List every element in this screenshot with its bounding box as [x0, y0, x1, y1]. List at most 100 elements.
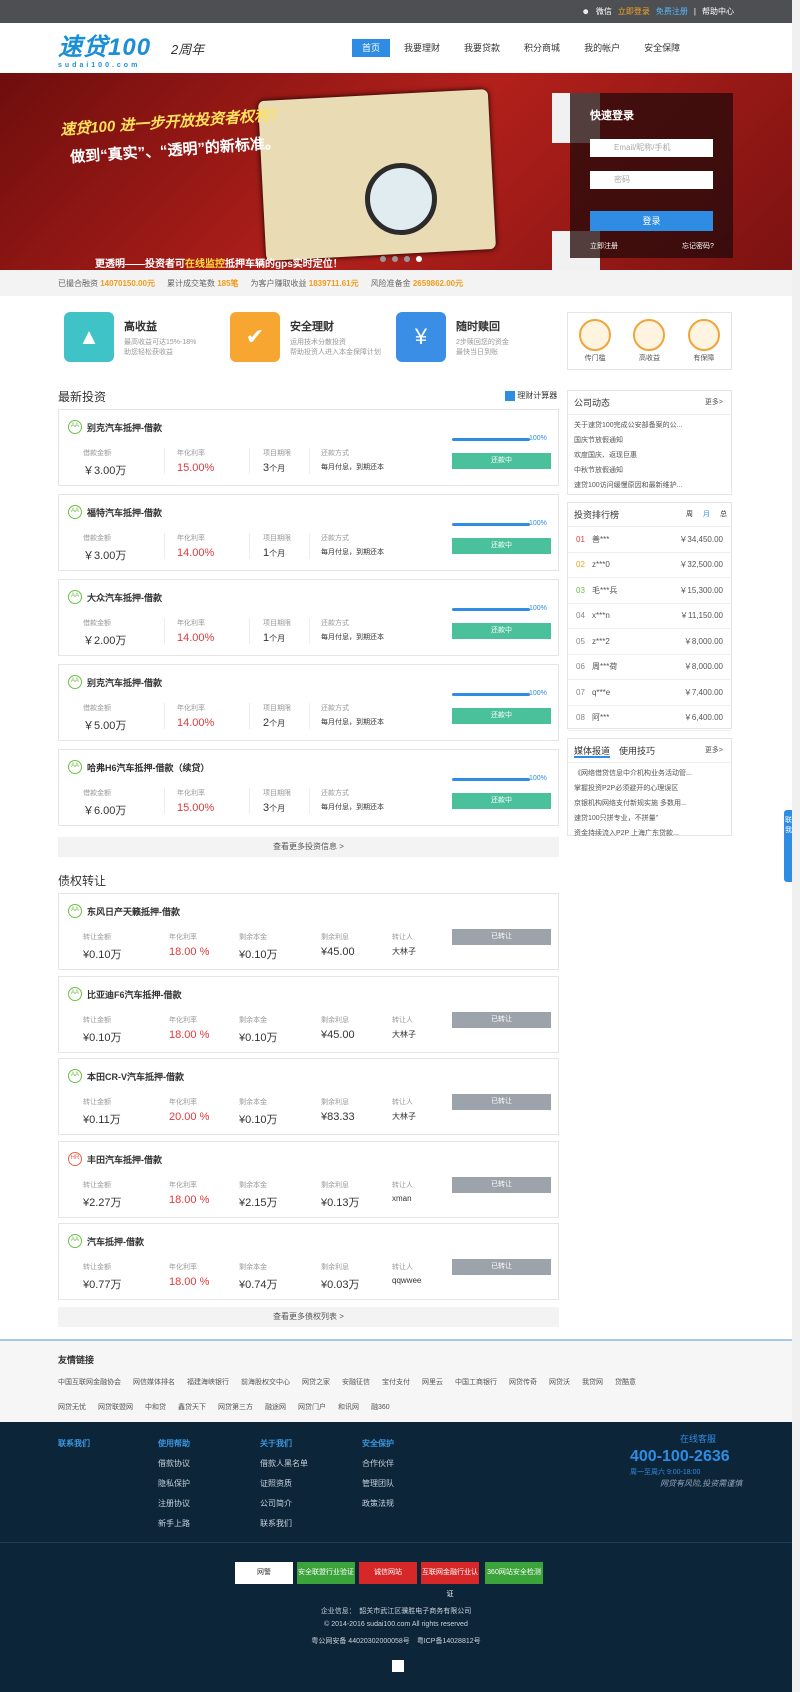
friend-link[interactable]: 中国工商银行 [455, 1377, 497, 1387]
debt-card[interactable]: AA 本田CR-V汽车抵押-借款 转让金额 ¥0.11万 年化利率 20.00 % 剩余本金… [58, 1058, 559, 1135]
calculator-link[interactable]: 理财计算器 [505, 390, 557, 401]
friend-link[interactable]: 网贷无忧 [58, 1402, 86, 1412]
status-button[interactable]: 已转让 [452, 1094, 551, 1110]
hero-banner[interactable]: 速贷100 进一步开放投资者权利！ 做到“真实”、“透明”的新标准。 更透明——… [0, 73, 800, 270]
field-value: 14.00% [177, 717, 215, 729]
debt-name[interactable]: 东风日产天籁抵押-借款 [87, 905, 180, 918]
invest-card[interactable]: AA 哈弗H6汽车抵押-借款（续贷） 借款金额 ￥6.00万 年化利率 15.00% 项目期… [58, 749, 559, 826]
status-button[interactable]: 已转让 [452, 1176, 551, 1193]
friend-link[interactable]: 网贷沃 [549, 1377, 570, 1387]
progress-percent: 100% [529, 775, 547, 782]
forgot-password-link[interactable]: 忘记密码? [682, 241, 714, 251]
friend-link[interactable]: 网贷传奇 [509, 1377, 537, 1387]
invest-card[interactable]: AA 福特汽车抵押-借款 借款金额 ￥3.00万 年化利率 14.00% 项目期限 1个月 还款… [58, 494, 559, 571]
friend-link[interactable]: 融途网 [265, 1402, 286, 1412]
invest-name[interactable]: 福特汽车抵押-借款 [87, 506, 162, 519]
nav-home[interactable]: 首页 [352, 39, 391, 57]
debt-name[interactable]: 丰田汽车抵押-借款 [87, 1153, 162, 1166]
news-item[interactable]: 国庆节放假通知 [574, 433, 725, 448]
online-service[interactable]: 在线客服 [680, 1432, 716, 1445]
friend-link[interactable]: 和讯网 [338, 1402, 359, 1412]
news-item[interactable]: 中秋节放假通知 [574, 463, 725, 478]
friend-link[interactable]: 我贷网 [582, 1377, 603, 1387]
status-button[interactable]: 已转让 [452, 1259, 551, 1275]
register-link[interactable]: 立即注册 [590, 241, 618, 251]
friend-link[interactable]: 网贷门户 [298, 1402, 326, 1412]
friend-link[interactable]: 网贷第三方 [218, 1402, 253, 1412]
username-input[interactable]: Email/昵称/手机 [590, 139, 713, 157]
invest-name[interactable]: 别克汽车抵押-借款 [87, 421, 162, 434]
debt-principal: 剩余本金 ¥0.10万 [239, 1097, 278, 1127]
rank-tab-month[interactable]: 月 [703, 503, 710, 527]
invest-card[interactable]: AA 别克汽车抵押-借款 借款金额 ￥3.00万 年化利率 15.00% 项目期限 3个月 还款… [58, 409, 559, 486]
friend-link[interactable]: 网信媒体排名 [133, 1377, 175, 1387]
tab-tips[interactable]: 使用技巧 [619, 746, 655, 756]
news-item[interactable]: 速贷100访问缓慢原因和最新维护... [574, 478, 725, 493]
friend-link[interactable]: 福建海峡银行 [187, 1377, 229, 1387]
cert-security-alliance[interactable]: 安全联盟行业验证 [297, 1562, 355, 1584]
invest-card[interactable]: AA 别克汽车抵押-借款 借款金额 ￥5.00万 年化利率 14.00% 项目期限 2个月 还款… [58, 664, 559, 741]
more-invest-link[interactable]: 查看更多投资信息 > [58, 837, 559, 857]
friend-link[interactable]: 宝付支付 [382, 1377, 410, 1387]
invest-name[interactable]: 别克汽车抵押-借款 [87, 676, 162, 689]
rank-tab-total[interactable]: 总 [720, 503, 727, 527]
status-button[interactable]: 还款中 [452, 538, 551, 554]
friend-link[interactable]: 中和贷 [145, 1402, 166, 1412]
media-item[interactable]: 《网络借贷信息中介机构业务活动管... [574, 766, 725, 781]
friend-link[interactable]: 网贷联盟网 [98, 1402, 133, 1412]
debt-card[interactable]: AA 比亚迪F6汽车抵押-借款 转让金额 ¥0.10万 年化利率 18.00 % 剩余本金 ¥… [58, 975, 559, 1053]
debt-card[interactable]: HR 丰田汽车抵押-借款 转让金额 ¥2.27万 年化利率 18.00 % 剩余本金 ¥2.1… [58, 1140, 559, 1218]
status-button[interactable]: 已转让 [452, 1011, 551, 1028]
debt-name[interactable]: 比亚迪F6汽车抵押-借款 [87, 988, 182, 1001]
password-input[interactable]: 密码 [590, 171, 713, 189]
news-more-link[interactable]: 更多> [705, 391, 723, 415]
scrollbar[interactable] [792, 0, 800, 1692]
cert-police[interactable]: 网警 [235, 1562, 293, 1584]
media-item[interactable]: 资金持续流入P2P 上海广东贷款... [574, 826, 725, 841]
media-item[interactable]: 速贷100只拼专业，不拼量” [574, 811, 725, 826]
invest-name[interactable]: 哈弗H6汽车抵押-借款（续贷） [87, 761, 210, 774]
media-more-link[interactable]: 更多> [705, 739, 723, 763]
nav-mall[interactable]: 积分商城 [514, 39, 570, 57]
status-button[interactable]: 还款中 [452, 793, 551, 809]
friend-link[interactable]: 贷酷意 [615, 1377, 636, 1387]
cert-trust-site[interactable]: 诚信网站 [359, 1562, 417, 1584]
register-link[interactable]: 免费注册 [656, 6, 688, 17]
debt-name[interactable]: 本田CR-V汽车抵押-借款 [87, 1070, 184, 1083]
news-item[interactable]: 欢度国庆、返现巨惠 [574, 448, 725, 463]
news-item[interactable]: 关于速贷100完成公安部备案的公... [574, 418, 725, 433]
friend-link[interactable]: 安融征信 [342, 1377, 370, 1387]
nav-security[interactable]: 安全保障 [634, 39, 690, 57]
friend-link[interactable]: 网贷之家 [302, 1377, 330, 1387]
invest-card[interactable]: AA 大众汽车抵押-借款 借款金额 ￥2.00万 年化利率 14.00% 项目期限 1个月 还款… [58, 579, 559, 656]
debt-card[interactable]: AA 汽车抵押-借款 转让金额 ¥0.77万 年化利率 18.00 % 剩余本金 ¥0.74万… [58, 1223, 559, 1300]
rank-tab-week[interactable]: 周 [686, 503, 693, 527]
login-link[interactable]: 立即登录 [618, 6, 650, 17]
friend-link[interactable]: 前海股权交中心 [241, 1377, 290, 1387]
login-button[interactable]: 登录 [590, 211, 713, 231]
friend-link[interactable]: 网里云 [422, 1377, 443, 1387]
cert-fintech[interactable]: 互联网金融行业认证 [421, 1562, 479, 1598]
status-button[interactable]: 还款中 [452, 708, 551, 724]
nav-account[interactable]: 我的帐户 [574, 39, 630, 57]
nav-loan[interactable]: 我要贷款 [454, 39, 510, 57]
media-item[interactable]: 京银机构网络支付新规实施 多数用... [574, 796, 725, 811]
logo[interactable]: 速贷100 sudai100.com [58, 27, 151, 69]
tab-media[interactable]: 媒体报道 [574, 746, 611, 758]
friend-link[interactable]: 融360 [371, 1402, 390, 1412]
carousel-dots[interactable] [380, 256, 422, 262]
cert-360[interactable]: 360网站安全检测 [485, 1562, 543, 1584]
status-button[interactable]: 还款中 [452, 623, 551, 639]
friend-link[interactable]: 鑫贷天下 [178, 1402, 206, 1412]
invest-name[interactable]: 大众汽车抵押-借款 [87, 591, 162, 604]
help-link[interactable]: 帮助中心 [702, 6, 734, 17]
nav-invest[interactable]: 我要理财 [394, 39, 450, 57]
more-debt-link[interactable]: 查看更多债权列表 > [58, 1307, 559, 1327]
media-item[interactable]: 掌握投资P2P必须避开的心理误区 [574, 781, 725, 796]
debt-card[interactable]: AA 东风日产天籁抵押-借款 转让金额 ¥0.10万 年化利率 18.00 % 剩余本金 ¥0… [58, 893, 559, 970]
debt-name[interactable]: 汽车抵押-借款 [87, 1235, 144, 1248]
weixin-link[interactable]: 微信 [596, 6, 612, 17]
friend-link[interactable]: 中国互联网金融协会 [58, 1377, 121, 1387]
status-button[interactable]: 还款中 [452, 453, 551, 469]
status-button[interactable]: 已转让 [452, 929, 551, 945]
